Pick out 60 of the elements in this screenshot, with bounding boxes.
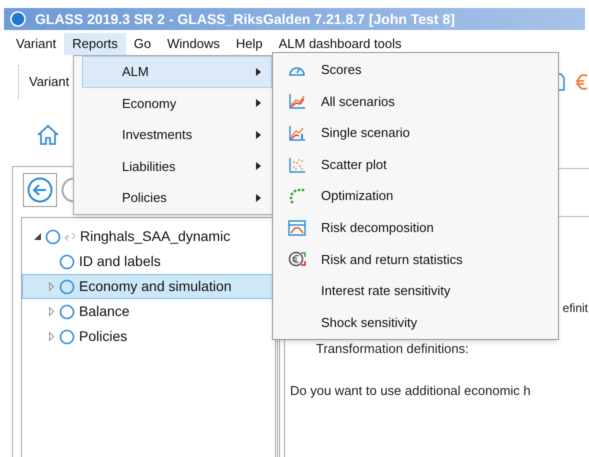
- submenu-arrow-icon: [256, 130, 261, 139]
- expanded-arrow-icon[interactable]: [34, 233, 40, 240]
- submenu-entry[interactable]: Single scenario: [273, 117, 558, 149]
- circle-icon: [59, 278, 75, 294]
- submenu-entry[interactable]: Scatter plot: [273, 148, 558, 180]
- menu-item[interactable]: Go: [126, 33, 160, 55]
- menu-item[interactable]: Help: [228, 33, 271, 55]
- back-icon: [27, 177, 53, 203]
- submenu-arrow-icon: [256, 194, 261, 202]
- line-chart-icon: [288, 124, 306, 141]
- back-button[interactable]: [23, 173, 57, 207]
- question-text: Do you want to use additional economic h: [290, 382, 532, 400]
- menu-item[interactable]: Windows: [159, 33, 228, 55]
- submenu-entry[interactable]: Shock sensitivity: [273, 306, 558, 338]
- circle-icon: [45, 228, 61, 244]
- tree-label: Economy and simulation: [79, 277, 232, 296]
- menu-item[interactable]: Reports: [64, 33, 126, 55]
- collapsed-arrow-icon[interactable]: [48, 282, 54, 291]
- submenu-entry[interactable]: All scenarios: [273, 86, 558, 118]
- submenu-entry[interactable]: Optimization: [273, 180, 558, 212]
- tree-item[interactable]: Ringhals_SAA_dynamic: [22, 224, 275, 249]
- menu-entry[interactable]: Investments: [82, 119, 272, 150]
- tree-label: ID and labels: [79, 252, 161, 271]
- submenu-arrow-icon: [256, 162, 261, 170]
- line-chart-icon: [288, 93, 306, 110]
- submenu-arrow-icon: [256, 99, 261, 108]
- home-icon[interactable]: [36, 124, 60, 146]
- submenu-entry[interactable]: Risk decomposition: [273, 212, 558, 244]
- collapsed-arrow-icon[interactable]: [48, 332, 54, 341]
- menu-entry[interactable]: Liabilities: [82, 150, 272, 182]
- scatter-icon: [288, 156, 306, 173]
- menu-entry[interactable]: Policies: [82, 182, 272, 214]
- tree-label: Ringhals_SAA_dynamic: [80, 227, 230, 246]
- circle-icon: [59, 254, 75, 270]
- tree-label: Balance: [79, 302, 130, 321]
- submenu-entry[interactable]: Risk and return statistics: [273, 244, 558, 276]
- window-title: GLASS 2019.3 SR 2 - GLASS_RiksGalden 7.21.8.7 [John Test 8]: [35, 10, 455, 29]
- collapsed-arrow-icon[interactable]: [48, 307, 54, 316]
- chart-window-icon: [288, 220, 306, 236]
- submenu-entry[interactable]: Scores: [273, 54, 558, 86]
- submenu-entry[interactable]: Interest rate sensitivity: [273, 275, 558, 307]
- circle-icon: [59, 304, 75, 320]
- tree-item[interactable]: ID and labels: [22, 249, 275, 274]
- menu-item[interactable]: Variant: [8, 33, 64, 55]
- toolbar-label: Variant: [29, 73, 70, 92]
- field-label: efinit: [562, 300, 588, 317]
- circle-icon: [59, 328, 75, 344]
- euro-coin-icon: [288, 251, 306, 268]
- menu-entry[interactable]: ALM: [82, 56, 272, 88]
- dots-icon: [288, 188, 306, 204]
- menu-entry[interactable]: Economy: [82, 88, 272, 119]
- euro-icon[interactable]: [575, 72, 589, 92]
- tree-label: Policies: [79, 327, 128, 346]
- tree-item[interactable]: Balance: [22, 299, 275, 324]
- section-label: Transformation definitions:: [316, 340, 470, 358]
- submenu-arrow-icon: [256, 68, 261, 76]
- tree-item[interactable]: Economy and simulation: [22, 274, 275, 299]
- tree-item[interactable]: Policies: [22, 324, 275, 349]
- app-icon: [10, 11, 26, 27]
- menu-item[interactable]: ALM dashboard tools: [270, 33, 410, 55]
